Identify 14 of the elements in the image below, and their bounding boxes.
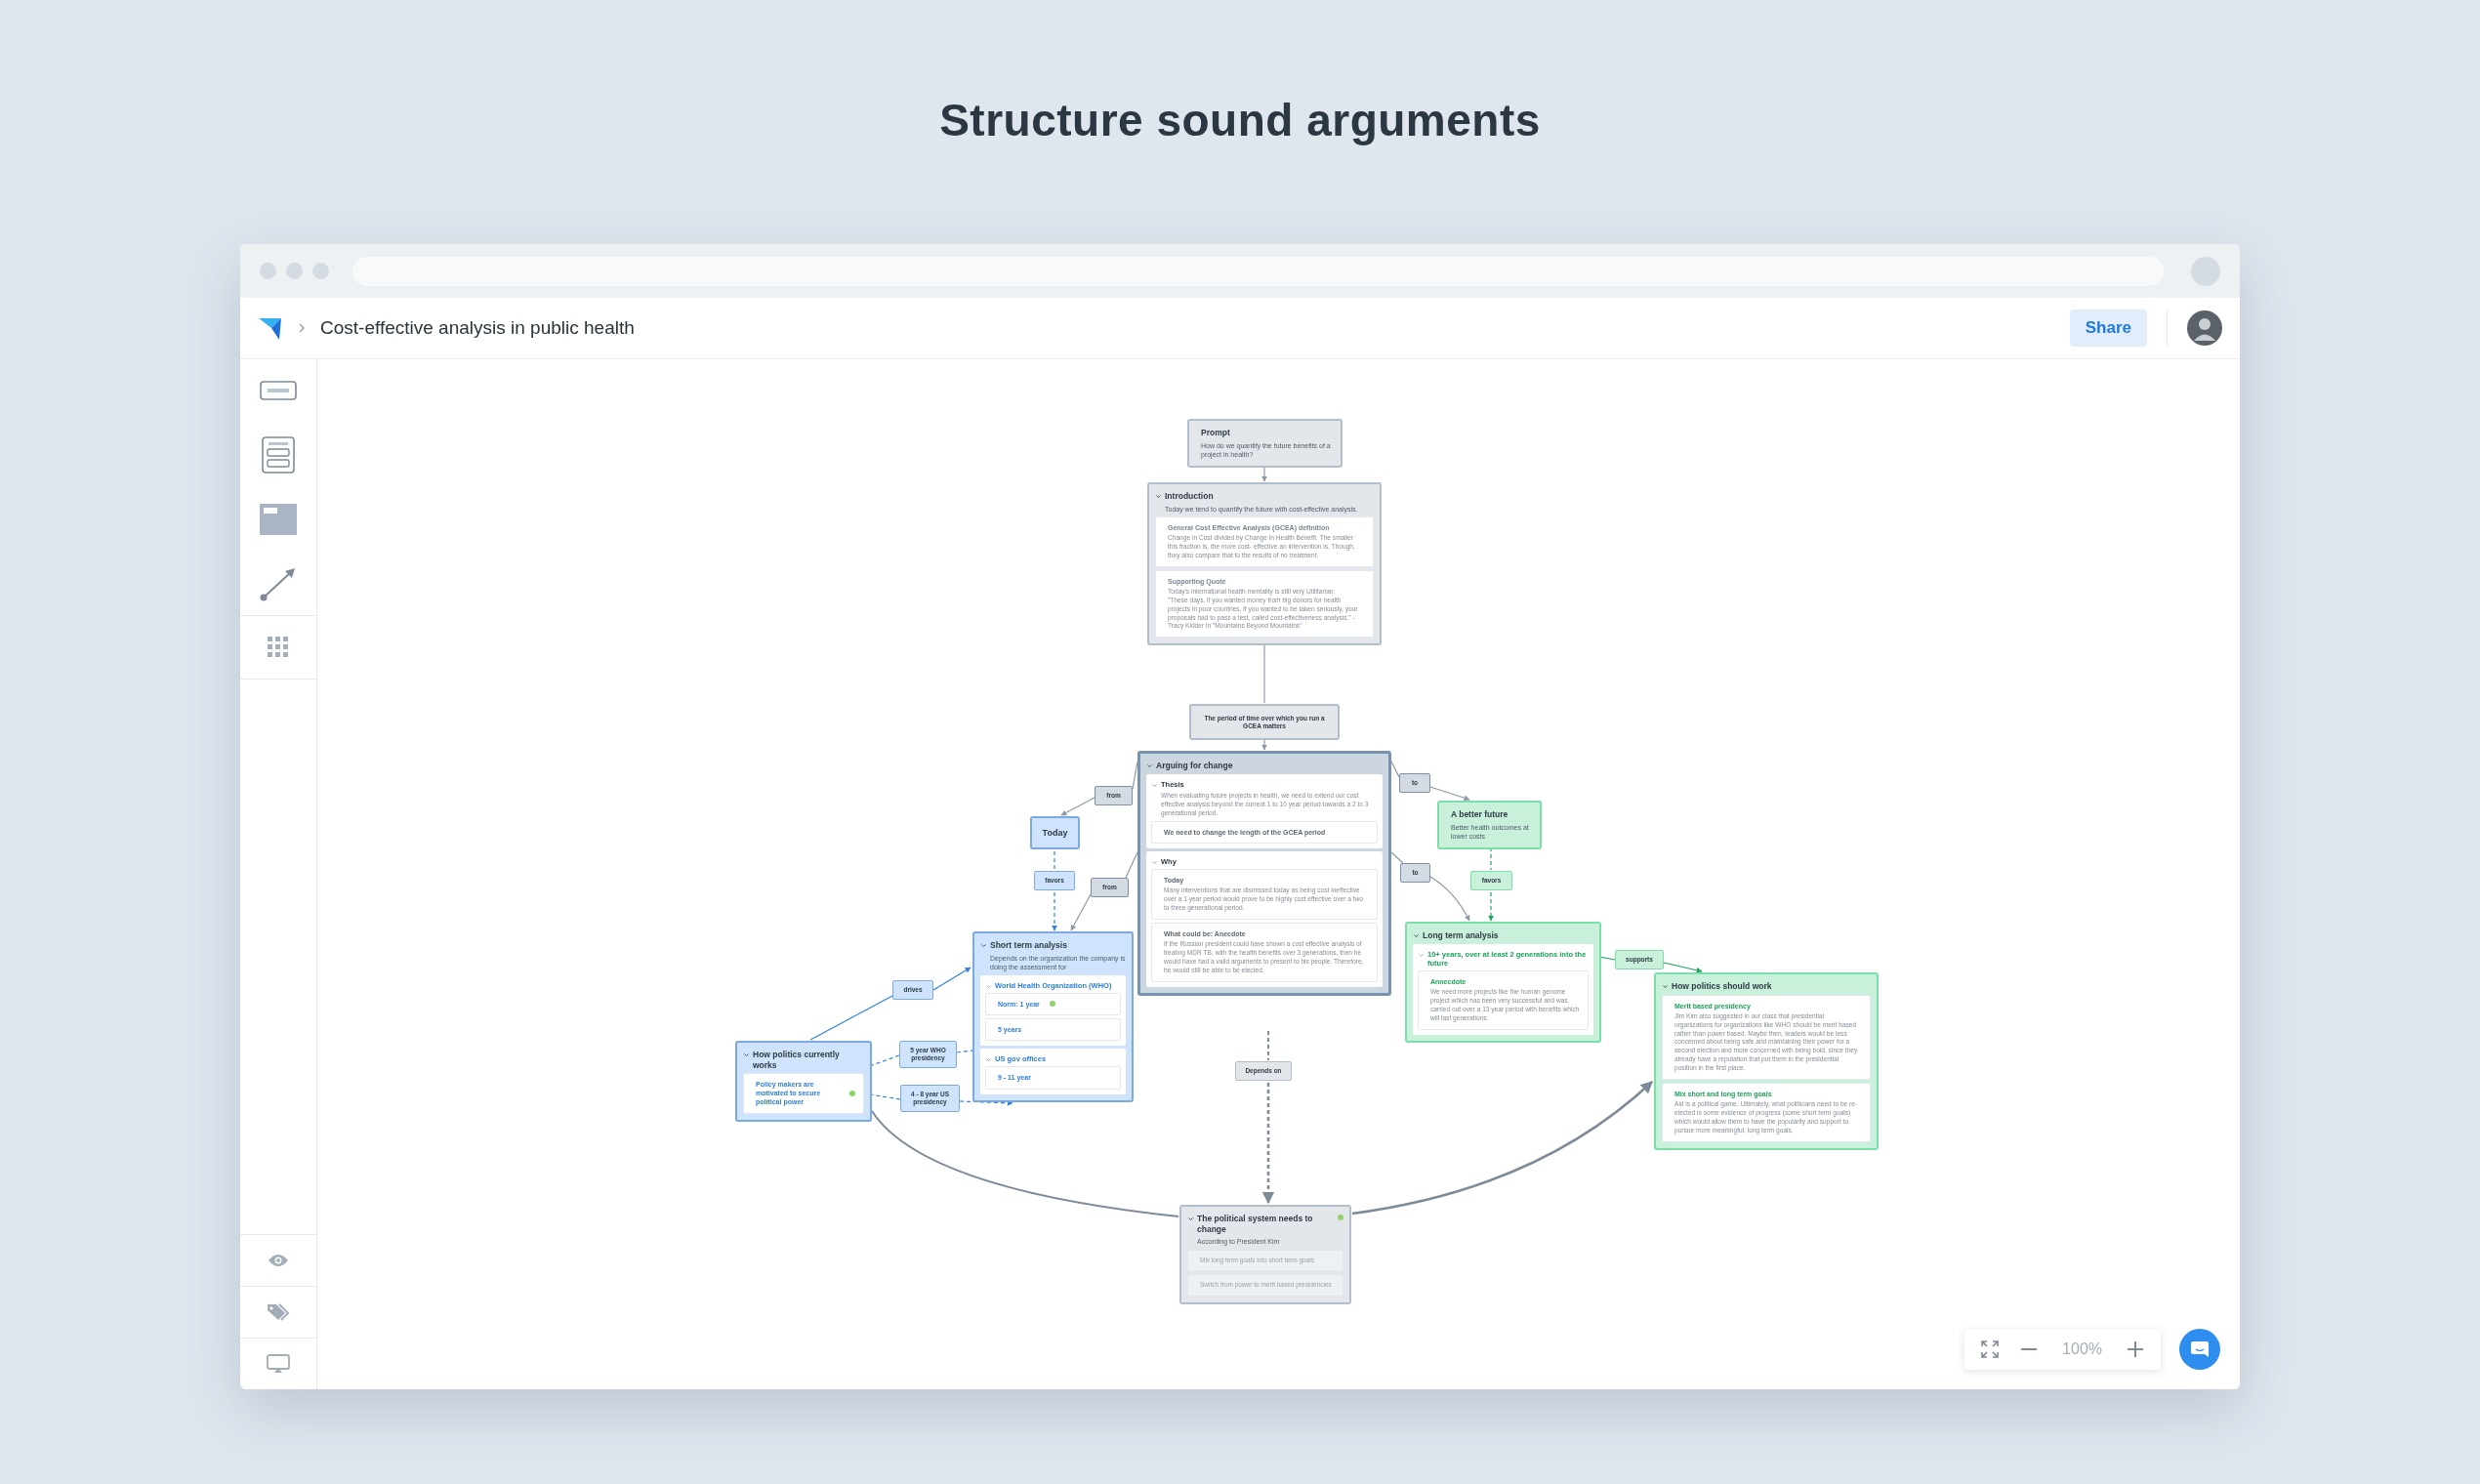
document-title: Cost-effective analysis in public health: [320, 317, 635, 339]
page-heading: Structure sound arguments: [939, 94, 1541, 147]
node-title: Today: [1041, 827, 1069, 840]
node-title: How politics currently works: [753, 1050, 841, 1071]
node-title: A better future: [1450, 809, 1509, 820]
node-title: Prompt: [1200, 428, 1231, 438]
node-title: The political system needs to change: [1197, 1214, 1314, 1235]
node-title: Long term analysis: [1423, 930, 1499, 941]
zoom-level: 100%: [2061, 1340, 2103, 1358]
node-title: Arguing for change: [1156, 761, 1233, 771]
share-button[interactable]: Share: [2069, 309, 2147, 347]
node-title: Short term analysis: [990, 940, 1067, 951]
node-title: Introduction: [1165, 491, 1214, 502]
node-title: How politics should work: [1672, 981, 1772, 992]
